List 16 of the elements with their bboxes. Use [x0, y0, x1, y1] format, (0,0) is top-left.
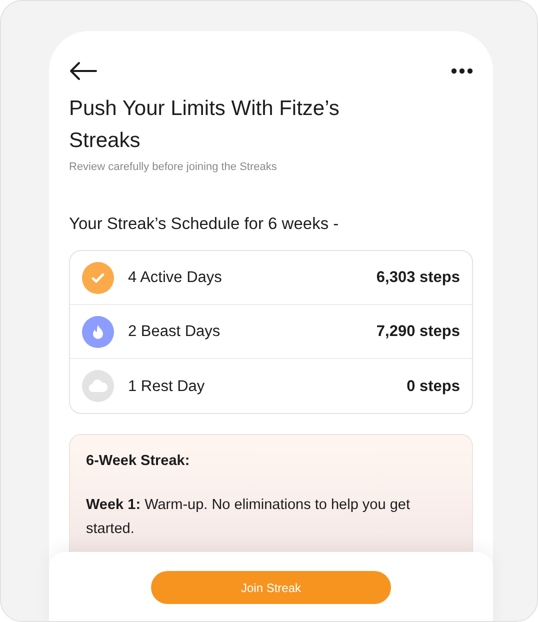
steps-value: 7,290 steps [376, 322, 460, 342]
more-icon[interactable] [451, 68, 473, 74]
streak-title: 6-Week Streak: [86, 452, 191, 472]
day-label: 1 Rest Day [128, 376, 206, 397]
section-heading: Your Streak’s Schedule for 6 weeks - [69, 214, 340, 234]
steps-value: 0 steps [406, 376, 460, 397]
flame-icon [91, 324, 105, 340]
steps-value: 6,303 steps [376, 268, 460, 288]
day-label: 2 Beast Days [128, 322, 222, 342]
cloud-icon [88, 379, 108, 394]
page-subtitle: Review carefully before joining the Streaks [69, 160, 278, 175]
week-description: Week 1: Warm-up. No eliminations to help you get started. [86, 496, 411, 539]
day-label: 4 Active Days [128, 268, 223, 288]
page-title: Push Your Limits With Fitze’s Streaks [69, 96, 340, 154]
join-streak-button[interactable]: Join Streak [151, 571, 391, 604]
back-arrow-icon[interactable] [69, 61, 97, 81]
